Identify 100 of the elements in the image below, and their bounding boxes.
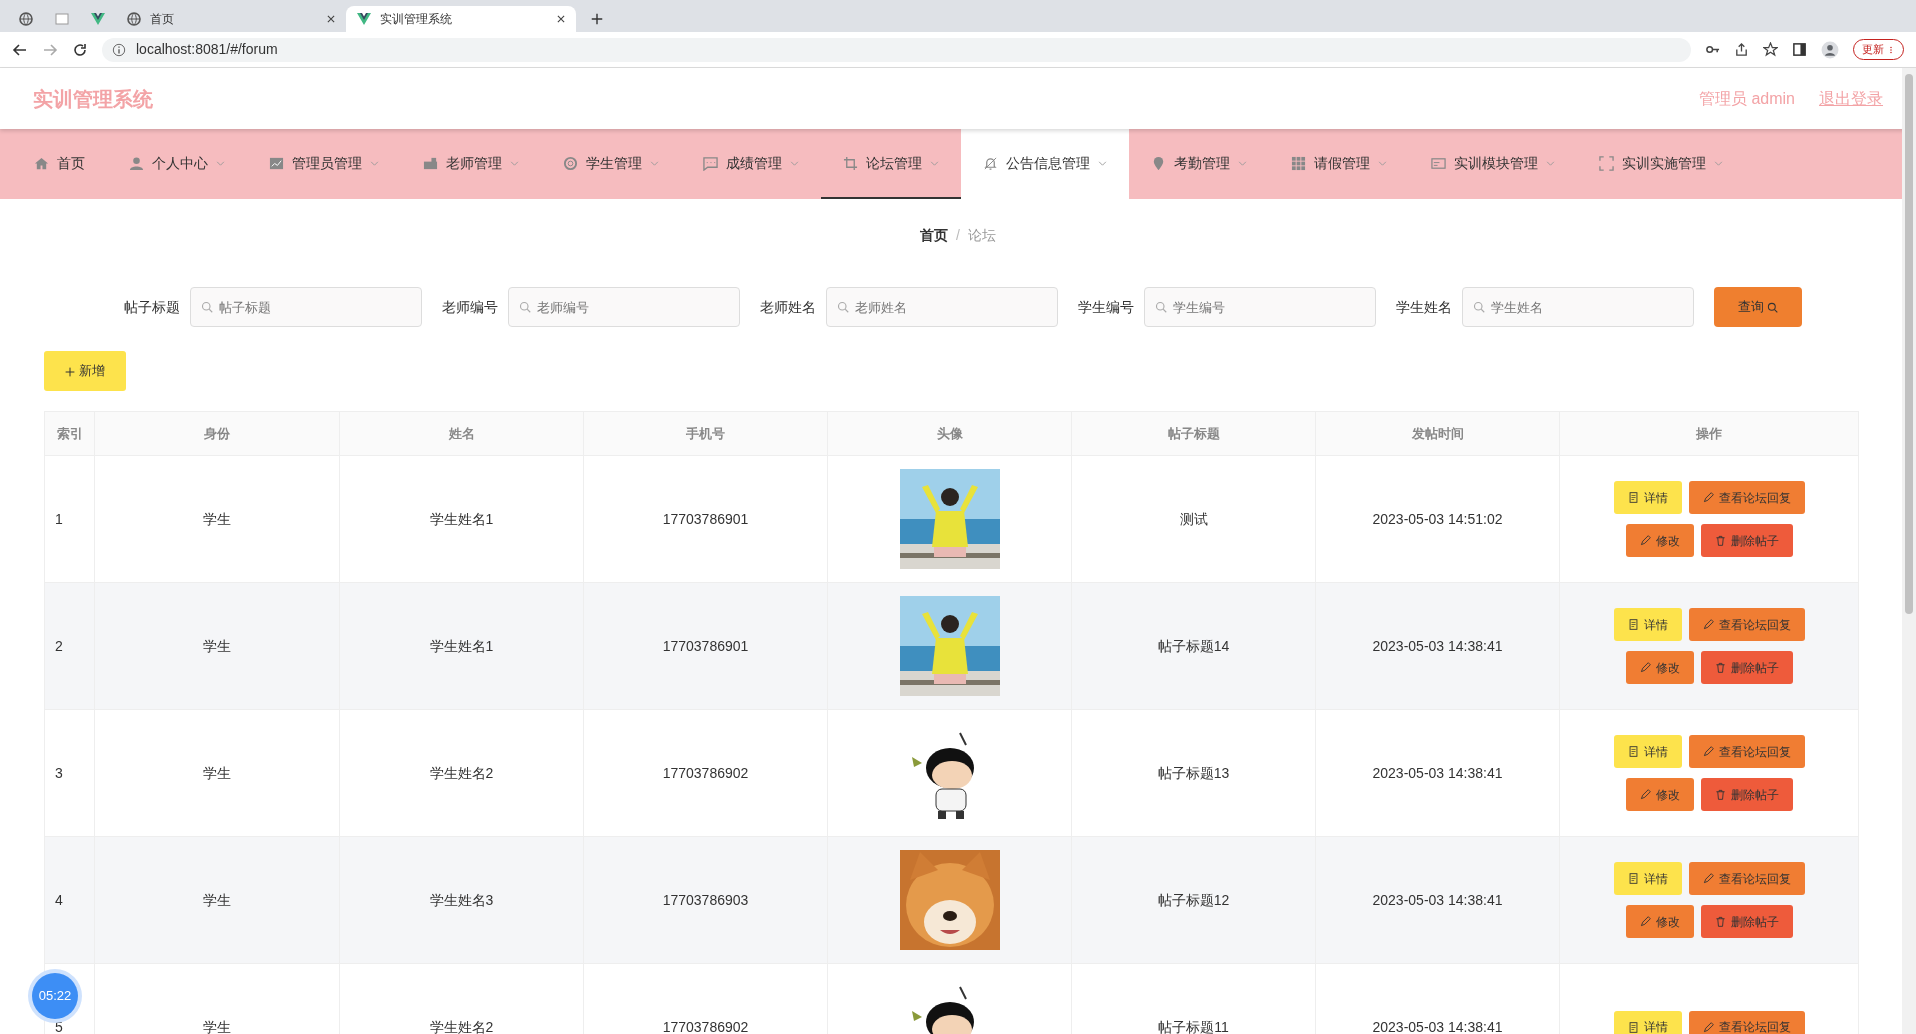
reply-button[interactable]: 查看论坛回复 (1688, 481, 1805, 514)
search-icon (1155, 301, 1167, 313)
reply-button[interactable]: 查看论坛回复 (1688, 862, 1805, 895)
close-icon[interactable] (326, 14, 336, 24)
back-icon[interactable] (12, 41, 28, 58)
address-bar[interactable]: localhost:8081/#/forum (102, 37, 1691, 62)
column-header: 索引 (44, 411, 95, 456)
reply-button[interactable]: 查看论坛回复 (1688, 608, 1805, 641)
chart-icon (269, 155, 284, 171)
pencil-icon (1639, 789, 1651, 800)
update-button[interactable]: 更新 (1852, 39, 1904, 60)
table-cell: 学生姓名1 (339, 455, 584, 583)
profile-icon[interactable] (1820, 40, 1839, 59)
scrollbar[interactable] (1902, 68, 1916, 1034)
search-field[interactable]: 老师姓名 (826, 287, 1058, 327)
share-icon[interactable] (1733, 42, 1749, 57)
search-field[interactable]: 老师编号 (508, 287, 740, 327)
filter-label: 学生姓名 (1396, 297, 1452, 317)
detail-button[interactable]: 详情 (1613, 862, 1682, 895)
column-header: 姓名 (339, 411, 584, 456)
edit-button[interactable]: 修改 (1625, 651, 1694, 684)
page-icon (54, 11, 70, 27)
reload-icon[interactable] (72, 41, 88, 58)
add-button[interactable]: 新增 (44, 351, 126, 391)
table-cell: 17703786901 (583, 582, 828, 710)
nav-item[interactable]: 实训实施管理 (1577, 129, 1745, 199)
delete-button[interactable]: 删除帖子 (1700, 905, 1793, 938)
document-icon (1627, 873, 1639, 884)
edit-button[interactable]: 修改 (1625, 905, 1694, 938)
trash-icon (1714, 662, 1726, 673)
edit-button[interactable]: 修改 (1625, 524, 1694, 557)
close-icon[interactable] (556, 14, 566, 24)
table-cell: 学生 (94, 836, 340, 964)
column-header: 帖子标题 (1071, 411, 1316, 456)
star-icon[interactable] (1762, 42, 1778, 57)
side-panel-icon[interactable] (1791, 42, 1807, 57)
search-field[interactable]: 学生编号 (1144, 287, 1376, 327)
column-header: 头像 (827, 411, 1072, 456)
trash-icon (1714, 916, 1726, 927)
document-icon (1627, 1021, 1639, 1033)
nav-item[interactable]: 个人中心 (107, 129, 247, 199)
detail-button[interactable]: 详情 (1613, 1010, 1682, 1034)
card-icon (1431, 155, 1446, 171)
table-cell: 帖子标题12 (1071, 836, 1316, 964)
globe-icon (126, 11, 142, 27)
pencil-icon (1639, 662, 1651, 673)
search-field[interactable]: 帖子标题 (190, 287, 422, 327)
grid-icon (1291, 155, 1306, 171)
reply-button[interactable]: 查看论坛回复 (1688, 1010, 1805, 1034)
pencil-icon (1639, 535, 1651, 546)
briefcase-icon (423, 155, 438, 171)
new-tab-icon[interactable] (590, 12, 604, 26)
delete-button[interactable]: 删除帖子 (1700, 778, 1793, 811)
table-cell: 17703786901 (583, 455, 828, 583)
table-cell: 帖子标题14 (1071, 582, 1316, 710)
gear-icon (563, 155, 578, 171)
search-icon (201, 301, 213, 313)
table-cell: 4 (44, 836, 95, 964)
edit-button[interactable]: 修改 (1625, 778, 1694, 811)
nav-item[interactable]: 考勤管理 (1129, 129, 1269, 199)
table-cell: 学生 (94, 709, 340, 837)
search-button[interactable]: 查询 (1714, 287, 1802, 327)
table-cell: 学生姓名2 (339, 709, 584, 837)
nav-item[interactable]: 老师管理 (401, 129, 541, 199)
table-cell: 2023-05-03 14:38:41 (1315, 709, 1560, 837)
delete-button[interactable]: 删除帖子 (1700, 651, 1793, 684)
trash-icon (1714, 789, 1726, 800)
v-logo-icon (356, 11, 372, 27)
detail-button[interactable]: 详情 (1613, 735, 1682, 768)
bell-off-icon (983, 155, 998, 171)
browser-tab[interactable]: 实训管理系统 (346, 6, 576, 32)
crop-icon (843, 155, 858, 171)
detail-button[interactable]: 详情 (1613, 481, 1682, 514)
search-icon (1473, 301, 1485, 313)
chat-icon (703, 155, 718, 171)
reply-button[interactable]: 查看论坛回复 (1688, 735, 1805, 768)
document-icon (1627, 492, 1639, 503)
nav-item[interactable]: 管理员管理 (247, 129, 401, 199)
person-icon (129, 155, 144, 171)
breadcrumb-item[interactable]: 首页 (920, 227, 949, 243)
pencil-icon (1702, 873, 1714, 884)
nav-item[interactable]: 学生管理 (541, 129, 681, 199)
nav-item[interactable]: 成绩管理 (681, 129, 821, 199)
search-field[interactable]: 学生姓名 (1462, 287, 1694, 327)
plus-icon (65, 366, 76, 377)
search-icon (1767, 302, 1779, 314)
globe-icon (18, 11, 34, 27)
detail-button[interactable]: 详情 (1613, 608, 1682, 641)
breadcrumb-separator: / (956, 227, 960, 243)
nav-item[interactable]: 公告信息管理 (961, 129, 1129, 199)
browser-tab[interactable]: 首页 (116, 6, 346, 32)
trash-icon (1714, 535, 1726, 546)
nav-item[interactable]: 请假管理 (1269, 129, 1409, 199)
nav-item[interactable]: 实训模块管理 (1409, 129, 1577, 199)
table-cell: 2023-05-03 14:38:41 (1315, 836, 1560, 964)
nav-item[interactable]: 首页 (12, 129, 107, 199)
table-cell: 测试 (1071, 455, 1316, 583)
pencil-icon (1702, 492, 1714, 503)
delete-button[interactable]: 删除帖子 (1700, 524, 1793, 557)
table-cell: 2023-05-03 14:51:02 (1315, 455, 1560, 583)
